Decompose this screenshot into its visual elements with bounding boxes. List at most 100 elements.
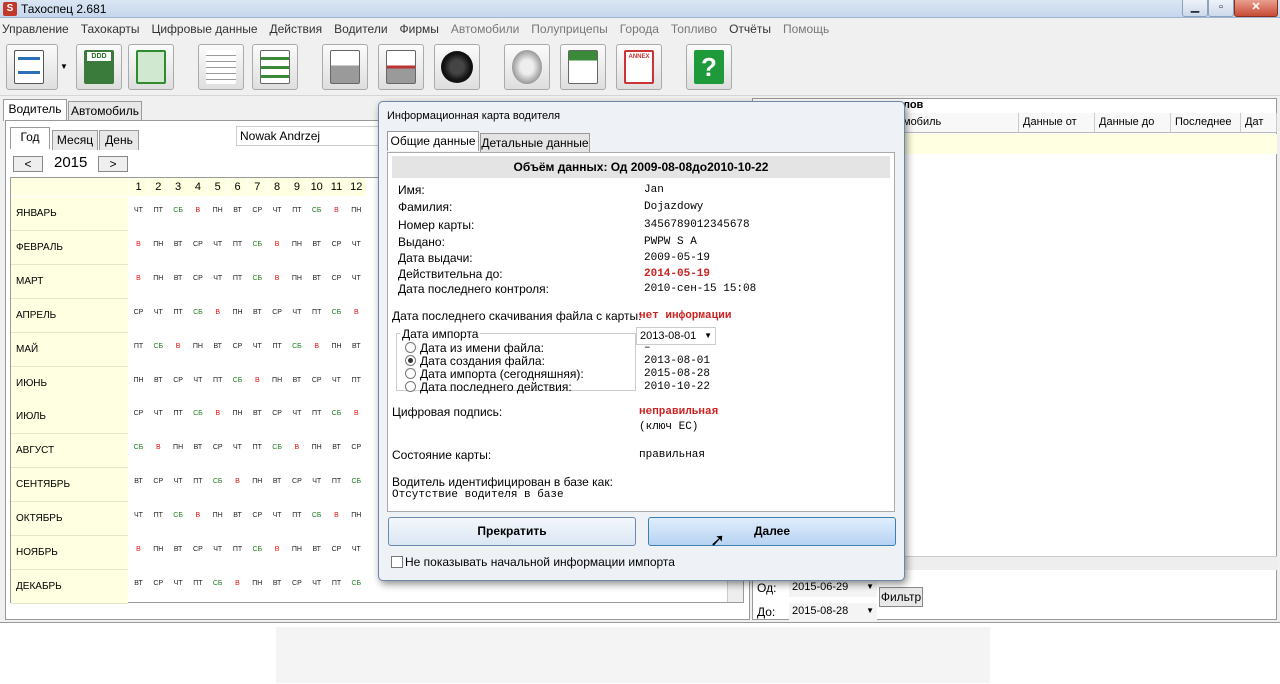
- calendar-day[interactable]: СР: [268, 400, 287, 434]
- menu-item[interactable]: Действия: [270, 19, 323, 36]
- calendar-day[interactable]: ЧТ: [129, 502, 148, 536]
- close-button[interactable]: ✕: [1234, 0, 1278, 17]
- calendar-day[interactable]: ВТ: [307, 536, 326, 570]
- calendar-day[interactable]: ЧТ: [129, 197, 148, 231]
- card-reader-button[interactable]: [128, 44, 174, 90]
- filter-button[interactable]: Фильтр: [879, 587, 923, 607]
- calendar-day[interactable]: ЧТ: [307, 570, 326, 604]
- calendar-day[interactable]: В: [188, 502, 207, 536]
- calendar-day[interactable]: СР: [228, 333, 247, 367]
- calendar-day[interactable]: ВТ: [307, 231, 326, 265]
- calendar-day[interactable]: ПТ: [228, 265, 247, 299]
- help-button[interactable]: ?: [686, 44, 732, 90]
- tab-month[interactable]: Месяц: [52, 130, 98, 150]
- calendar-day[interactable]: ВТ: [129, 570, 148, 604]
- calendar-day[interactable]: В: [307, 333, 326, 367]
- calendar-day[interactable]: ВТ: [149, 367, 168, 401]
- menu-item[interactable]: Топливо: [671, 19, 717, 36]
- calendar-day[interactable]: ПТ: [228, 231, 247, 265]
- calendar-day[interactable]: ПТ: [188, 570, 207, 604]
- calendar-day[interactable]: СР: [347, 434, 366, 468]
- annex-button[interactable]: ANNEX: [616, 44, 662, 90]
- calendar-day[interactable]: ЧТ: [208, 265, 227, 299]
- ddd-download-button[interactable]: DDD: [76, 44, 122, 90]
- calendar-day[interactable]: ПТ: [307, 400, 326, 434]
- from-date-picker[interactable]: 2015-06-29 ▼: [789, 579, 877, 597]
- import-option-radio[interactable]: [405, 355, 416, 366]
- calendar-day[interactable]: ПТ: [149, 502, 168, 536]
- print-button[interactable]: [322, 44, 368, 90]
- calendar-day[interactable]: ВТ: [169, 265, 188, 299]
- column-data-from[interactable]: Данные от: [1019, 113, 1095, 133]
- prev-year-button[interactable]: <: [13, 156, 43, 172]
- calendar-day[interactable]: СБ: [327, 400, 346, 434]
- calendar-day[interactable]: ЧТ: [307, 468, 326, 502]
- calendar-day[interactable]: СБ: [208, 468, 227, 502]
- calendar-day[interactable]: В: [268, 231, 287, 265]
- column-vehicle[interactable]: мобиль: [899, 113, 1019, 133]
- calendar-day[interactable]: В: [129, 231, 148, 265]
- calendar-day[interactable]: ВТ: [268, 570, 287, 604]
- calendar-day[interactable]: В: [169, 333, 188, 367]
- calendar-day[interactable]: ПТ: [307, 299, 326, 333]
- calendar-day[interactable]: ПН: [228, 299, 247, 333]
- calendar-day[interactable]: В: [228, 570, 247, 604]
- calendar-day[interactable]: СБ: [248, 231, 267, 265]
- calendar-day[interactable]: СР: [327, 265, 346, 299]
- calendar-day[interactable]: В: [287, 434, 306, 468]
- calendar-day[interactable]: ЧТ: [149, 299, 168, 333]
- calendar-day[interactable]: ЧТ: [188, 367, 207, 401]
- calendar-day[interactable]: ПН: [149, 231, 168, 265]
- calendar-day[interactable]: В: [149, 434, 168, 468]
- calendar-day[interactable]: ПТ: [327, 468, 346, 502]
- calendar-day[interactable]: ЧТ: [347, 536, 366, 570]
- calendar-day[interactable]: ПН: [208, 502, 227, 536]
- import-option-radio[interactable]: [405, 342, 416, 353]
- menu-item[interactable]: Цифровые данные: [151, 19, 257, 36]
- calendar-day[interactable]: ПТ: [169, 400, 188, 434]
- calendar-day[interactable]: СБ: [129, 434, 148, 468]
- calendar-day[interactable]: СБ: [228, 367, 247, 401]
- calendar-day[interactable]: СБ: [169, 197, 188, 231]
- menu-item[interactable]: Тахокарты: [81, 19, 140, 36]
- tab-driver[interactable]: Водитель: [3, 99, 67, 121]
- menu-item[interactable]: Фирмы: [400, 19, 439, 36]
- calendar-day[interactable]: СР: [268, 299, 287, 333]
- calendar-day[interactable]: ПТ: [287, 197, 306, 231]
- disc-export-button[interactable]: [504, 44, 550, 90]
- calendar-day[interactable]: СБ: [347, 468, 366, 502]
- calendar-day[interactable]: СР: [149, 468, 168, 502]
- calendar-day[interactable]: В: [268, 265, 287, 299]
- calendar-day[interactable]: СР: [287, 570, 306, 604]
- calendar-day[interactable]: СБ: [248, 265, 267, 299]
- list-view-button[interactable]: [252, 44, 298, 90]
- calendar-day[interactable]: В: [347, 299, 366, 333]
- calendar-day[interactable]: В: [347, 400, 366, 434]
- calendar-day[interactable]: ЧТ: [268, 197, 287, 231]
- calendar-day[interactable]: СР: [248, 197, 267, 231]
- calendar-day[interactable]: ВТ: [129, 468, 148, 502]
- dropdown-arrow-icon[interactable]: ▼: [60, 62, 68, 71]
- calendar-day[interactable]: ПН: [287, 231, 306, 265]
- calendar-day[interactable]: ПТ: [327, 570, 346, 604]
- calendar-day[interactable]: СР: [248, 502, 267, 536]
- sync-button[interactable]: [6, 44, 58, 90]
- calendar-day[interactable]: ВТ: [188, 434, 207, 468]
- next-year-button[interactable]: >: [98, 156, 128, 172]
- next-button[interactable]: Далее: [648, 517, 896, 546]
- calendar-day[interactable]: ВТ: [307, 265, 326, 299]
- calendar-day[interactable]: ВТ: [287, 367, 306, 401]
- menu-item[interactable]: Полуприцепы: [531, 19, 607, 36]
- calendar-day[interactable]: СР: [287, 468, 306, 502]
- calendar-day[interactable]: ВТ: [347, 333, 366, 367]
- calendar-day[interactable]: СР: [169, 367, 188, 401]
- calendar-day[interactable]: СР: [188, 536, 207, 570]
- calendar-day[interactable]: СР: [208, 434, 227, 468]
- calendar-day[interactable]: СБ: [248, 536, 267, 570]
- calendar-day[interactable]: СБ: [169, 502, 188, 536]
- print-report-button[interactable]: [378, 44, 424, 90]
- import-option-radio[interactable]: [405, 368, 416, 379]
- calendar-day[interactable]: ЧТ: [169, 468, 188, 502]
- calendar-day[interactable]: ПТ: [347, 367, 366, 401]
- calendar-day[interactable]: ПН: [169, 434, 188, 468]
